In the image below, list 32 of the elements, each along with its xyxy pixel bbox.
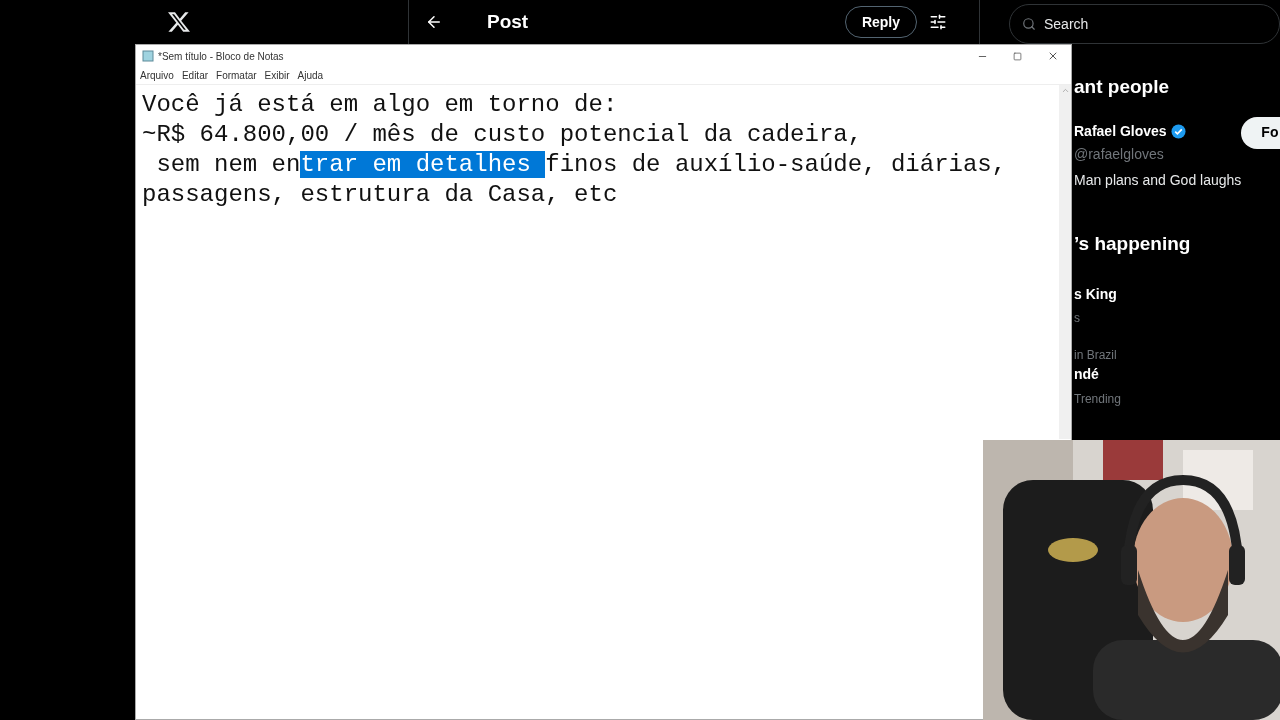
search-placeholder: Search: [1044, 14, 1089, 34]
menu-item[interactable]: Formatar: [216, 68, 257, 83]
user-bio: Man plans and God laughs: [1074, 170, 1242, 190]
text-line: ~R$ 64.800,00 / mês de custo potencial da cadeira,: [142, 120, 864, 150]
menu-item[interactable]: Ajuda: [297, 68, 324, 83]
text-line: passagens, estrutura da Casa, etc: [142, 180, 619, 210]
menu-item[interactable]: Editar: [181, 68, 209, 83]
menu-item[interactable]: Arquivo: [140, 68, 174, 83]
text-line: sem nem entrar em detalhes finos de auxílio-saúde, diárias,: [155, 150, 1008, 180]
section-heading: ant people: [1074, 75, 1170, 99]
maximize-icon[interactable]: [1013, 51, 1022, 61]
follow-button[interactable]: Fo: [1241, 116, 1280, 149]
user-handle: @rafaelgloves: [1074, 144, 1165, 164]
trend-context: Trending: [1074, 391, 1122, 408]
window-title: *Sem título - Bloco de Notas: [158, 49, 284, 64]
search-icon: [1022, 17, 1036, 31]
trend-title[interactable]: s King: [1074, 284, 1280, 305]
section-heading: ’s happening: [1074, 231, 1192, 256]
text-area[interactable]: Você já está em algo em torno de: ~R$ 64.800,00 / mês de custo potencial da cadeira, sem nem entrar em detalhes finos de auxílio-saúde, diárias, passagens, estrutura da Casa, etc: [136, 85, 1059, 719]
x-logo-icon[interactable]: [167, 10, 191, 34]
scrollbar[interactable]: [1059, 85, 1071, 439]
user-name[interactable]: Rafael Gloves: [1074, 120, 1167, 142]
menu-item[interactable]: Exibir: [264, 68, 290, 83]
page-title: Post: [487, 9, 529, 34]
close-icon[interactable]: [1047, 50, 1059, 62]
trend-context: in Brazil: [1074, 347, 1118, 364]
trend-meta: s: [1074, 310, 1081, 327]
sliders-icon[interactable]: [929, 13, 947, 31]
back-icon[interactable]: [425, 13, 443, 31]
trend-title[interactable]: ndé: [1074, 364, 1280, 385]
notepad-icon: [142, 50, 154, 62]
text-line: Você já está em algo em torno de:: [142, 90, 619, 120]
